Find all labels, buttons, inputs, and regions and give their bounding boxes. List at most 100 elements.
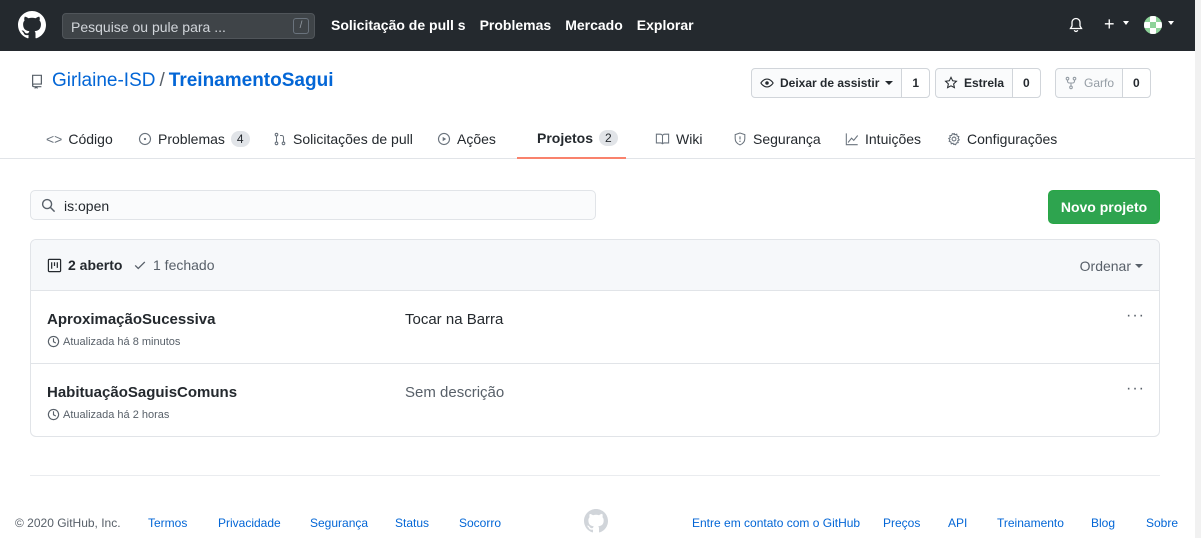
book-icon xyxy=(655,133,670,144)
fork-button[interactable]: Garfo 0 xyxy=(1055,68,1151,98)
project-updated: Atualizada há 2 horas xyxy=(47,408,169,421)
chevron-down-icon xyxy=(1135,264,1143,268)
footer-link-api[interactable]: API xyxy=(948,516,967,530)
search-icon xyxy=(41,198,56,213)
footer-link-contact[interactable]: Entre em contato com o GitHub xyxy=(692,516,860,530)
watch-count[interactable]: 1 xyxy=(902,69,930,97)
repo-icon xyxy=(32,74,42,89)
tab-label: Wiki xyxy=(676,130,703,147)
footer-link-blog[interactable]: Blog xyxy=(1091,516,1115,530)
global-search-input[interactable]: Pesquise ou pule para ... / xyxy=(62,13,315,39)
unwatch-label: Deixar de assistir xyxy=(780,76,880,90)
project-updated-text: Atualizada há 2 horas xyxy=(63,408,170,421)
footer-link-training[interactable]: Treinamento xyxy=(997,516,1064,530)
projects-list-header: 2 aberto 1 fechado Ordenar xyxy=(31,240,1159,291)
open-label: 2 aberto xyxy=(68,257,123,273)
bell-icon[interactable] xyxy=(1068,16,1084,34)
plus-icon[interactable]: + xyxy=(1104,14,1115,35)
project-icon xyxy=(47,258,62,272)
gear-icon xyxy=(947,132,961,145)
footer-link-about[interactable]: Sobre xyxy=(1146,516,1178,530)
sort-label: Ordenar xyxy=(1079,258,1131,274)
code-icon: <> xyxy=(46,130,63,147)
tab-pull-requests[interactable]: Solicitações de pull xyxy=(273,118,413,159)
tab-label: Intuições xyxy=(865,130,922,147)
star-button-main[interactable]: Estrela xyxy=(936,69,1014,97)
eye-icon xyxy=(760,78,774,88)
tab-label: Código xyxy=(68,130,113,147)
tab-projects[interactable]: Projetos 2 xyxy=(517,118,626,159)
issue-icon xyxy=(138,132,152,145)
project-name-link[interactable]: AproximaçãoSucessiva xyxy=(47,311,215,328)
new-project-button[interactable]: Novo projeto xyxy=(1048,190,1160,224)
footer-link-pricing[interactable]: Preços xyxy=(883,516,920,530)
issues-count-badge: 4 xyxy=(230,130,250,147)
projects-search-input[interactable]: is:open xyxy=(30,190,596,220)
nav-pull-requests[interactable]: Solicitação de pull s xyxy=(331,17,466,33)
tab-label: Projetos xyxy=(537,129,594,146)
tab-settings[interactable]: Configurações xyxy=(947,118,1057,159)
kebab-menu-icon[interactable]: ··· xyxy=(1126,380,1145,398)
tab-label: Segurança xyxy=(753,130,821,147)
open-projects-filter[interactable]: 2 aberto xyxy=(47,257,122,273)
footer-link-security[interactable]: Segurança xyxy=(310,516,368,530)
nav-marketplace[interactable]: Mercado xyxy=(565,17,623,33)
star-label: Estrela xyxy=(964,76,1005,90)
tab-label: Problemas xyxy=(158,130,225,147)
fork-count[interactable]: 0 xyxy=(1123,69,1150,97)
clock-icon xyxy=(47,408,60,421)
repo-owner-link[interactable]: Girlaine-ISD xyxy=(52,70,155,92)
chevron-down-icon xyxy=(885,81,894,85)
project-updated: Atualizada há 8 minutos xyxy=(47,335,180,348)
unwatch-button-main[interactable]: Deixar de assistir xyxy=(752,69,903,97)
projects-list: 2 aberto 1 fechado Ordenar AproximaçãoSu… xyxy=(30,239,1160,437)
unwatch-button[interactable]: Deixar de assistir 1 xyxy=(751,68,931,98)
kebab-menu-icon[interactable]: ··· xyxy=(1126,307,1145,325)
project-description: Sem descrição xyxy=(405,384,505,401)
sort-dropdown[interactable]: Ordenar xyxy=(1080,258,1143,274)
star-icon xyxy=(944,76,958,89)
tab-actions[interactable]: Ações xyxy=(437,118,496,159)
search-value: is:open xyxy=(64,198,110,214)
closed-label: 1 fechado xyxy=(153,257,215,273)
nav-issues[interactable]: Problemas xyxy=(480,17,552,33)
fork-button-main[interactable]: Garfo xyxy=(1056,69,1124,97)
search-placeholder: Pesquise ou pule para ... xyxy=(71,19,226,35)
closed-projects-filter[interactable]: 1 fechado xyxy=(133,257,215,273)
repo-tabs: <> Código Problemas 4 Solicitações de pu… xyxy=(0,118,1201,159)
project-description: Tocar na Barra xyxy=(405,311,504,328)
tab-insights[interactable]: Intuições xyxy=(845,118,921,159)
star-button[interactable]: Estrela 0 xyxy=(935,68,1041,98)
project-name-link[interactable]: HabituaçãoSaguisComuns xyxy=(47,384,237,401)
clock-icon xyxy=(47,335,60,348)
chevron-down-icon[interactable] xyxy=(1168,21,1174,25)
tab-code[interactable]: <> Código xyxy=(46,118,113,159)
tab-label: Configurações xyxy=(967,130,1058,147)
footer-divider xyxy=(30,475,1160,476)
global-header: Pesquise ou pule para ... / Solicitação … xyxy=(0,0,1201,51)
footer-link-help[interactable]: Socorro xyxy=(459,516,501,530)
project-updated-text: Atualizada há 8 minutos xyxy=(63,335,181,348)
star-count[interactable]: 0 xyxy=(1013,69,1040,97)
footer-link-privacy[interactable]: Privacidade xyxy=(218,516,281,530)
repo-separator: / xyxy=(159,70,165,91)
shield-icon xyxy=(734,131,746,146)
footer-copyright: © 2020 GitHub, Inc. xyxy=(15,516,121,530)
slash-key-hint: / xyxy=(293,18,309,34)
tab-wiki[interactable]: Wiki xyxy=(655,118,702,159)
tab-security[interactable]: Segurança xyxy=(733,118,821,159)
fork-icon xyxy=(1065,76,1077,90)
project-row: HabituaçãoSaguisComuns Atualizada há 2 h… xyxy=(31,364,1159,436)
github-logo-icon[interactable] xyxy=(18,11,46,39)
github-logo-icon[interactable] xyxy=(584,509,608,533)
tab-label: Ações xyxy=(457,130,496,147)
chevron-down-icon[interactable] xyxy=(1123,21,1129,25)
avatar[interactable] xyxy=(1144,16,1162,34)
footer-link-status[interactable]: Status xyxy=(395,516,429,530)
play-icon xyxy=(437,132,451,145)
nav-explore[interactable]: Explorar xyxy=(637,17,694,33)
repo-name-link[interactable]: TreinamentoSagui xyxy=(169,70,334,92)
tab-issues[interactable]: Problemas 4 xyxy=(138,118,250,159)
page-scrollbar[interactable] xyxy=(1195,0,1201,538)
footer-link-terms[interactable]: Termos xyxy=(148,516,187,530)
